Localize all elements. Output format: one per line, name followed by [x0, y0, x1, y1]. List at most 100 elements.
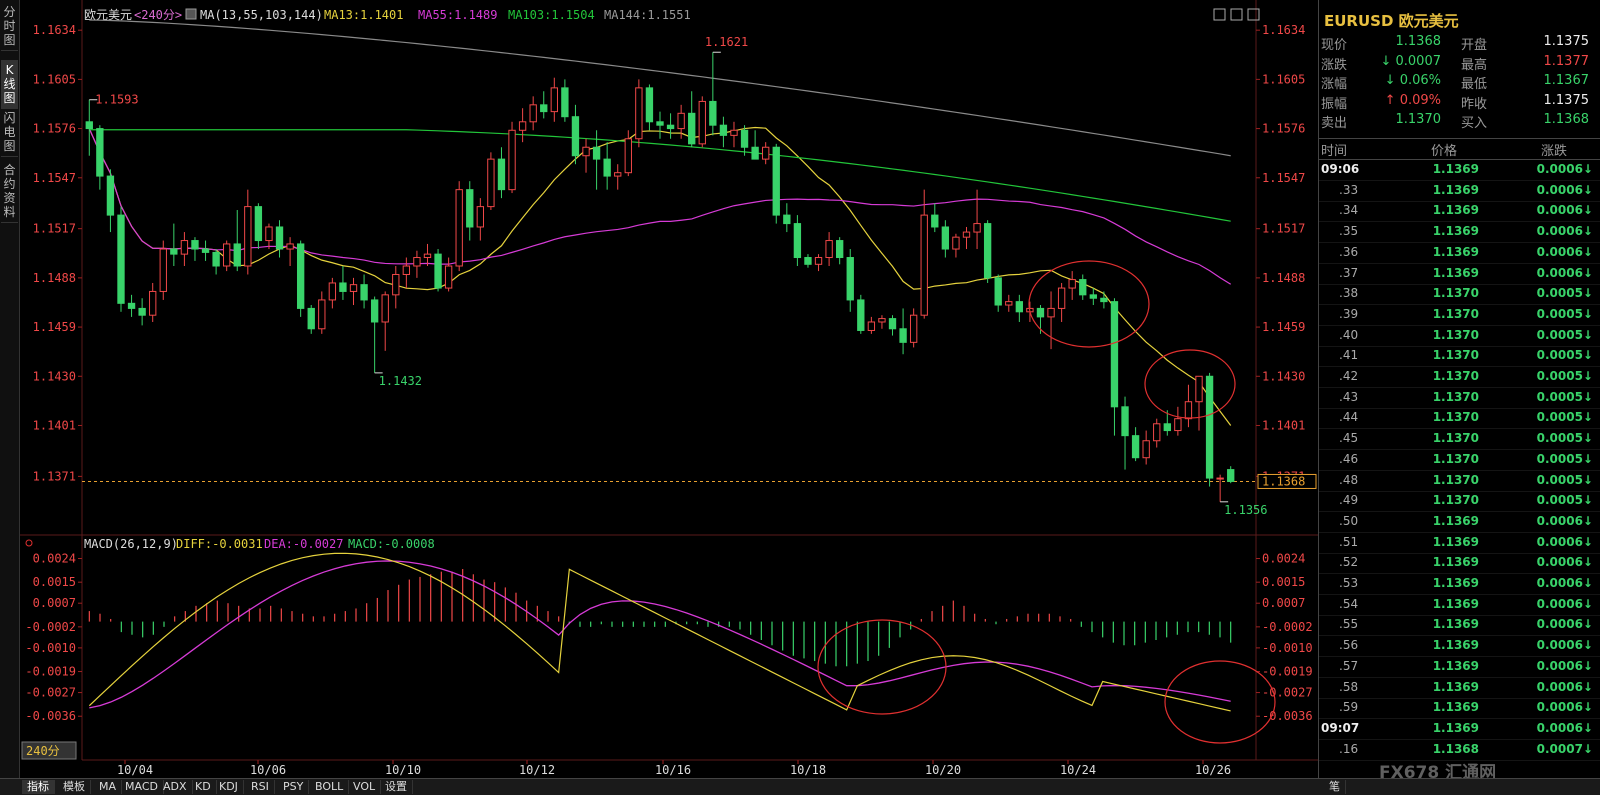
macd-settings-icon[interactable]: [25, 539, 33, 547]
tick-row: .53 1.1369 0.0006↓: [1319, 573, 1600, 595]
price-label: 1.1371: [33, 469, 76, 483]
candle-body: [867, 321, 876, 331]
bottom-tab-stroke[interactable]: 笔: [1324, 780, 1346, 794]
price-label-right: 1.1488: [1262, 271, 1305, 285]
quote-value: 1.1377: [1543, 53, 1590, 69]
bottom-tab-5[interactable]: KD: [190, 780, 217, 794]
quote-value: ↑ 0.09%: [1384, 92, 1441, 108]
tick-price: 1.1369: [1432, 244, 1479, 259]
candle-body: [265, 226, 273, 242]
candle-body: [275, 226, 284, 250]
tick-change: 0.0006↓: [1536, 720, 1593, 735]
price-label: 1.1517: [33, 222, 76, 236]
macd-histogram: [88, 569, 1232, 667]
candle-body: [1195, 375, 1203, 403]
bottom-tab-7[interactable]: RSI: [246, 780, 275, 794]
candle-body: [751, 146, 759, 160]
tab-contract-info[interactable]: 合约资料: [1, 160, 18, 223]
candle-body: [307, 307, 315, 330]
candle-body: [645, 87, 654, 123]
candle-body: [1047, 307, 1055, 318]
tick-price: 1.1369: [1432, 534, 1479, 549]
tick-price: 1.1370: [1432, 286, 1479, 301]
quote-row: 现价 1.1368 开盘 1.1375: [1319, 34, 1600, 53]
tick-change: 0.0006↓: [1536, 555, 1593, 570]
tick-change: 0.0005↓: [1536, 348, 1593, 363]
macd-value: MACD:-0.0008: [348, 537, 435, 551]
candle-body: [783, 214, 791, 225]
tick-time: .50: [1339, 513, 1359, 528]
quote-value: ↓ 0.0007: [1380, 53, 1441, 69]
candle-body: [1005, 301, 1013, 306]
bottom-tab-6[interactable]: KDJ: [214, 780, 244, 794]
candle-body: [899, 328, 907, 343]
left-tab-bar: 分时图 K线图 闪电图 合约资料: [0, 0, 20, 778]
candle-body: [1142, 440, 1150, 459]
macd-label-right: -0.0027: [1262, 686, 1313, 700]
tick-change: 0.0006↓: [1536, 162, 1593, 176]
dea-line: [89, 560, 1231, 709]
tick-price: 1.1369: [1432, 679, 1479, 694]
tick-time: .43: [1339, 389, 1359, 404]
tick-time: .55: [1339, 617, 1359, 632]
candle-body: [191, 240, 199, 250]
macd-lines: [88, 552, 1231, 712]
candle-body: [223, 243, 231, 267]
tick-time: .16: [1339, 741, 1359, 756]
tab-time-sharing[interactable]: 分时图: [1, 2, 18, 51]
bottom-tab-1[interactable]: 模板: [58, 780, 91, 794]
candle-body: [318, 299, 326, 330]
candle-body: [1174, 418, 1182, 432]
candle-body: [1216, 477, 1224, 480]
candle-body: [888, 318, 897, 330]
bottom-tab-4[interactable]: ADX: [158, 780, 193, 794]
date-label: 10/06: [250, 763, 286, 777]
tick-row: 09:06 1.1369 0.0006↓: [1319, 159, 1600, 181]
tick-time: .59: [1339, 700, 1359, 715]
maximize-icon[interactable]: [1230, 8, 1243, 21]
candle-body: [518, 121, 527, 131]
bottom-tab-0[interactable]: 指标: [22, 780, 55, 794]
candle-body: [444, 265, 453, 289]
tick-row: .44 1.1370 0.0005↓: [1319, 407, 1600, 430]
candle-body: [1057, 287, 1066, 309]
tick-header: 时间 价格 涨跌: [1319, 138, 1600, 160]
price-label: 1.1430: [33, 369, 76, 383]
tick-time: .45: [1339, 431, 1359, 446]
candle-body: [730, 129, 738, 136]
macd-label: -0.0010: [25, 641, 76, 655]
tick-row: .39 1.1370 0.0005↓: [1319, 304, 1600, 326]
candle-body: [804, 257, 812, 265]
date-label: 10/20: [925, 763, 961, 777]
price-label: 1.1605: [33, 72, 76, 86]
candle-body: [487, 158, 495, 208]
bottom-tab-10[interactable]: VOL: [348, 780, 382, 794]
bottom-tab-8[interactable]: PSY: [278, 780, 310, 794]
tick-time: .54: [1339, 596, 1359, 611]
tick-row: .36 1.1369 0.0006↓: [1319, 242, 1600, 264]
restore-icon[interactable]: [1213, 8, 1226, 21]
candle-body: [973, 223, 981, 233]
tab-flash[interactable]: 闪电图: [1, 108, 18, 157]
tick-change: 0.0005↓: [1536, 493, 1593, 508]
candle-body: [1079, 279, 1087, 296]
bottom-tab-9[interactable]: BOLL: [310, 780, 350, 794]
tick-row: .52 1.1369 0.0006↓: [1319, 552, 1600, 575]
tick-row: .38 1.1370 0.0005↓: [1319, 283, 1600, 306]
candle-body: [149, 290, 157, 316]
tab-kline[interactable]: K线图: [1, 60, 18, 109]
bottom-tab-2[interactable]: MA: [94, 780, 123, 794]
close-icon[interactable]: [1247, 8, 1260, 21]
tick-row: .46 1.1370 0.0005↓: [1319, 449, 1600, 471]
bottom-tab-11[interactable]: 设置: [380, 780, 413, 794]
chart-area[interactable]: 欧元美元 <240分> MA(13,55,103,144) MA13:1.140…: [20, 0, 1318, 778]
ma-settings-icon[interactable]: [185, 8, 197, 20]
tick-price: 1.1370: [1432, 451, 1479, 466]
tick-time: .57: [1339, 658, 1359, 673]
quote-label: 最高: [1461, 57, 1488, 73]
quote-label: 振幅: [1321, 96, 1348, 112]
quote-label: 昨收: [1461, 96, 1488, 112]
candle-body: [941, 226, 950, 250]
ma13-line: [88, 126, 1232, 426]
candle-body: [582, 146, 590, 157]
